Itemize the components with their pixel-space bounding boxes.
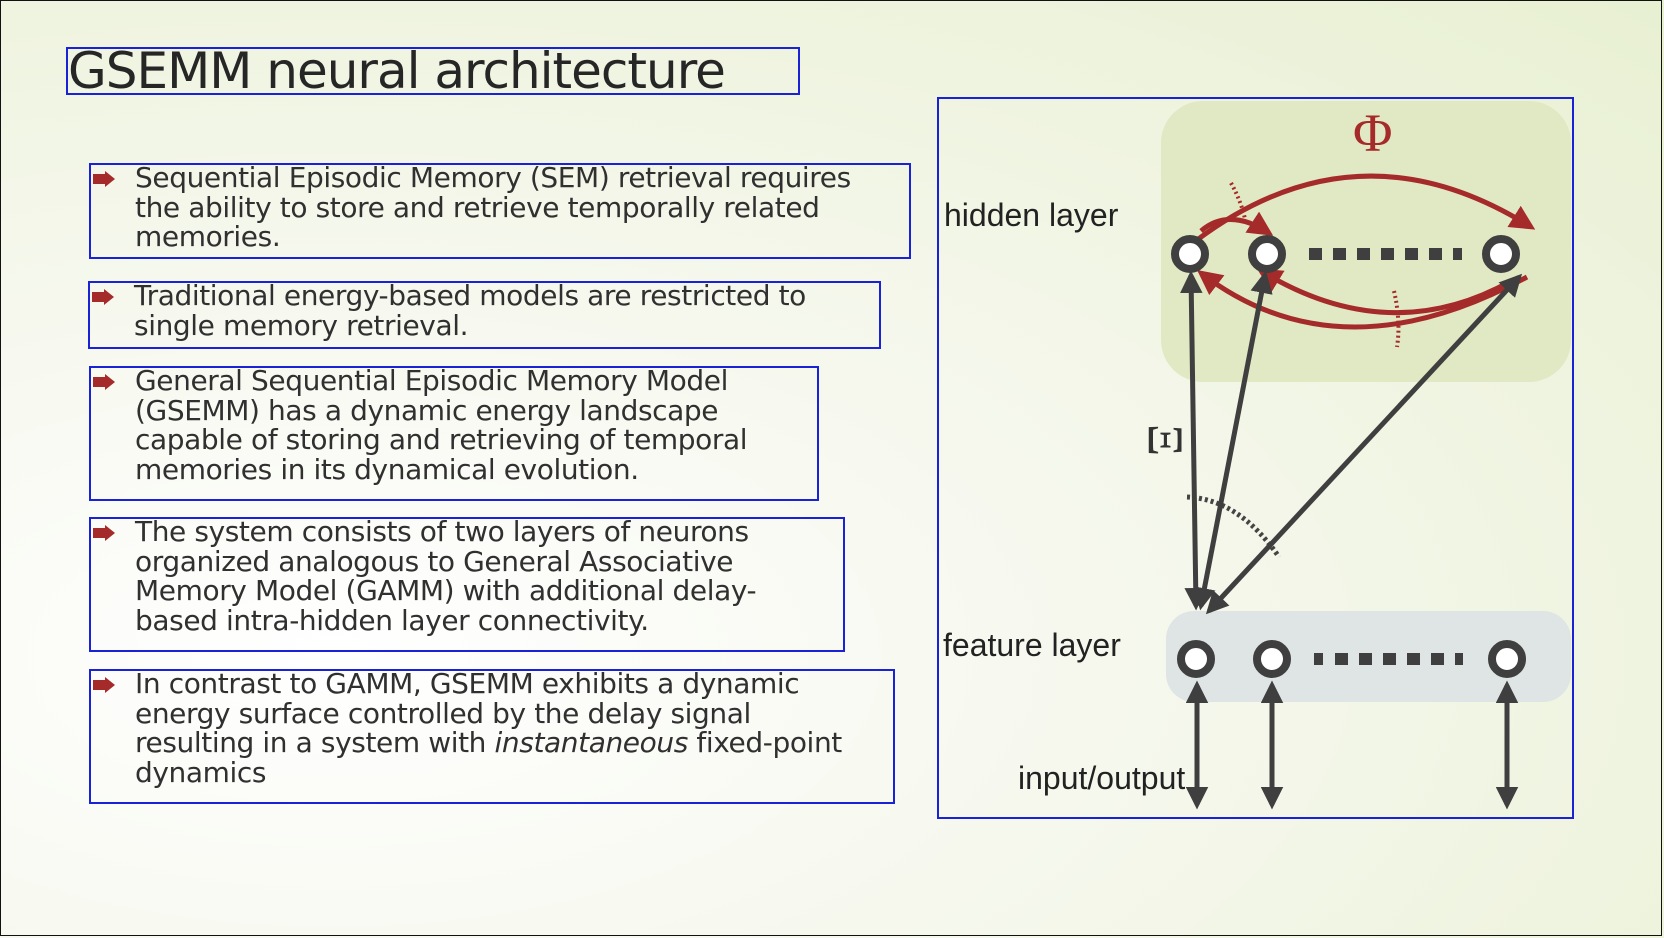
bullet-line: memories in its dynamical evolution. [135, 452, 639, 486]
bullet-text-segment: resulting in a system with [135, 726, 495, 759]
bullet-item: The system consists of two layers of neu… [89, 515, 845, 652]
hidden-layer-label: hidden layer [944, 197, 1119, 233]
diagram-canvas: hidden layer feature layer input/output … [943, 101, 1571, 810]
feature-layer-label: feature layer [943, 627, 1121, 663]
bullet-line: The system consists of two layers of neu… [135, 515, 749, 548]
feature-node [1253, 640, 1291, 678]
bullet-line: dynamics [135, 755, 267, 789]
arrow-bullet-icon [93, 677, 115, 693]
hidden-node [1171, 235, 1209, 273]
bullet-line: resulting in a system with instantaneous… [135, 726, 893, 760]
bullet-line: Memory Model (GAMM) with additional dela… [135, 574, 757, 607]
arrow-bullet-icon [93, 374, 115, 390]
bullet-line: organized analogous to General Associati… [135, 544, 734, 578]
bullet-item: General Sequential Episodic Memory Model… [89, 364, 819, 501]
arrow-bullet-icon [92, 289, 114, 305]
hidden-node [1482, 235, 1520, 273]
io-connections [1185, 680, 1519, 810]
bullet-line: the ability to store and retrieve tempor… [135, 190, 820, 224]
bullet-line: (GSEMM) has a dynamic energy landscape [135, 393, 719, 427]
architecture-diagram: hidden layer feature layer input/output … [937, 97, 1574, 819]
bullet-line: Traditional energy-based models are rest… [134, 279, 806, 312]
arrow-bullet-icon [93, 525, 115, 541]
feature-node [1488, 640, 1526, 678]
phi-symbol: Φ [1353, 103, 1392, 163]
bullet-italic-term: instantaneous [494, 726, 689, 759]
bullet-item: Sequential Episodic Memory (SEM) retriev… [89, 161, 911, 259]
bullet-line: capable of storing and retrieving of tem… [135, 423, 748, 456]
bullet-line: Sequential Episodic Memory (SEM) retriev… [135, 161, 851, 194]
bullet-item: Traditional energy-based models are rest… [88, 279, 881, 349]
bullet-line: single memory retrieval. [134, 308, 469, 342]
bullet-text-segment: fixed-point [687, 726, 842, 759]
bullet-line: energy surface controlled by the delay s… [135, 696, 751, 730]
bullet-line: memories. [135, 220, 281, 253]
xi-symbol: Ξ [1138, 424, 1194, 456]
bullet-item: In contrast to GAMM, GSEMM exhibits a dy… [89, 667, 895, 804]
hidden-node [1248, 235, 1286, 273]
io-label: input/output [1018, 760, 1185, 796]
arrow-bullet-icon [93, 171, 115, 187]
bullet-line: based intra-hidden layer connectivity. [135, 603, 649, 637]
page-title: GSEMM neural architecture [66, 46, 800, 96]
feature-node [1177, 640, 1215, 678]
bullet-line: General Sequential Episodic Memory Model [135, 364, 728, 397]
feature-ellipsis [1314, 653, 1463, 665]
bullet-line: In contrast to GAMM, GSEMM exhibits a dy… [135, 667, 800, 700]
